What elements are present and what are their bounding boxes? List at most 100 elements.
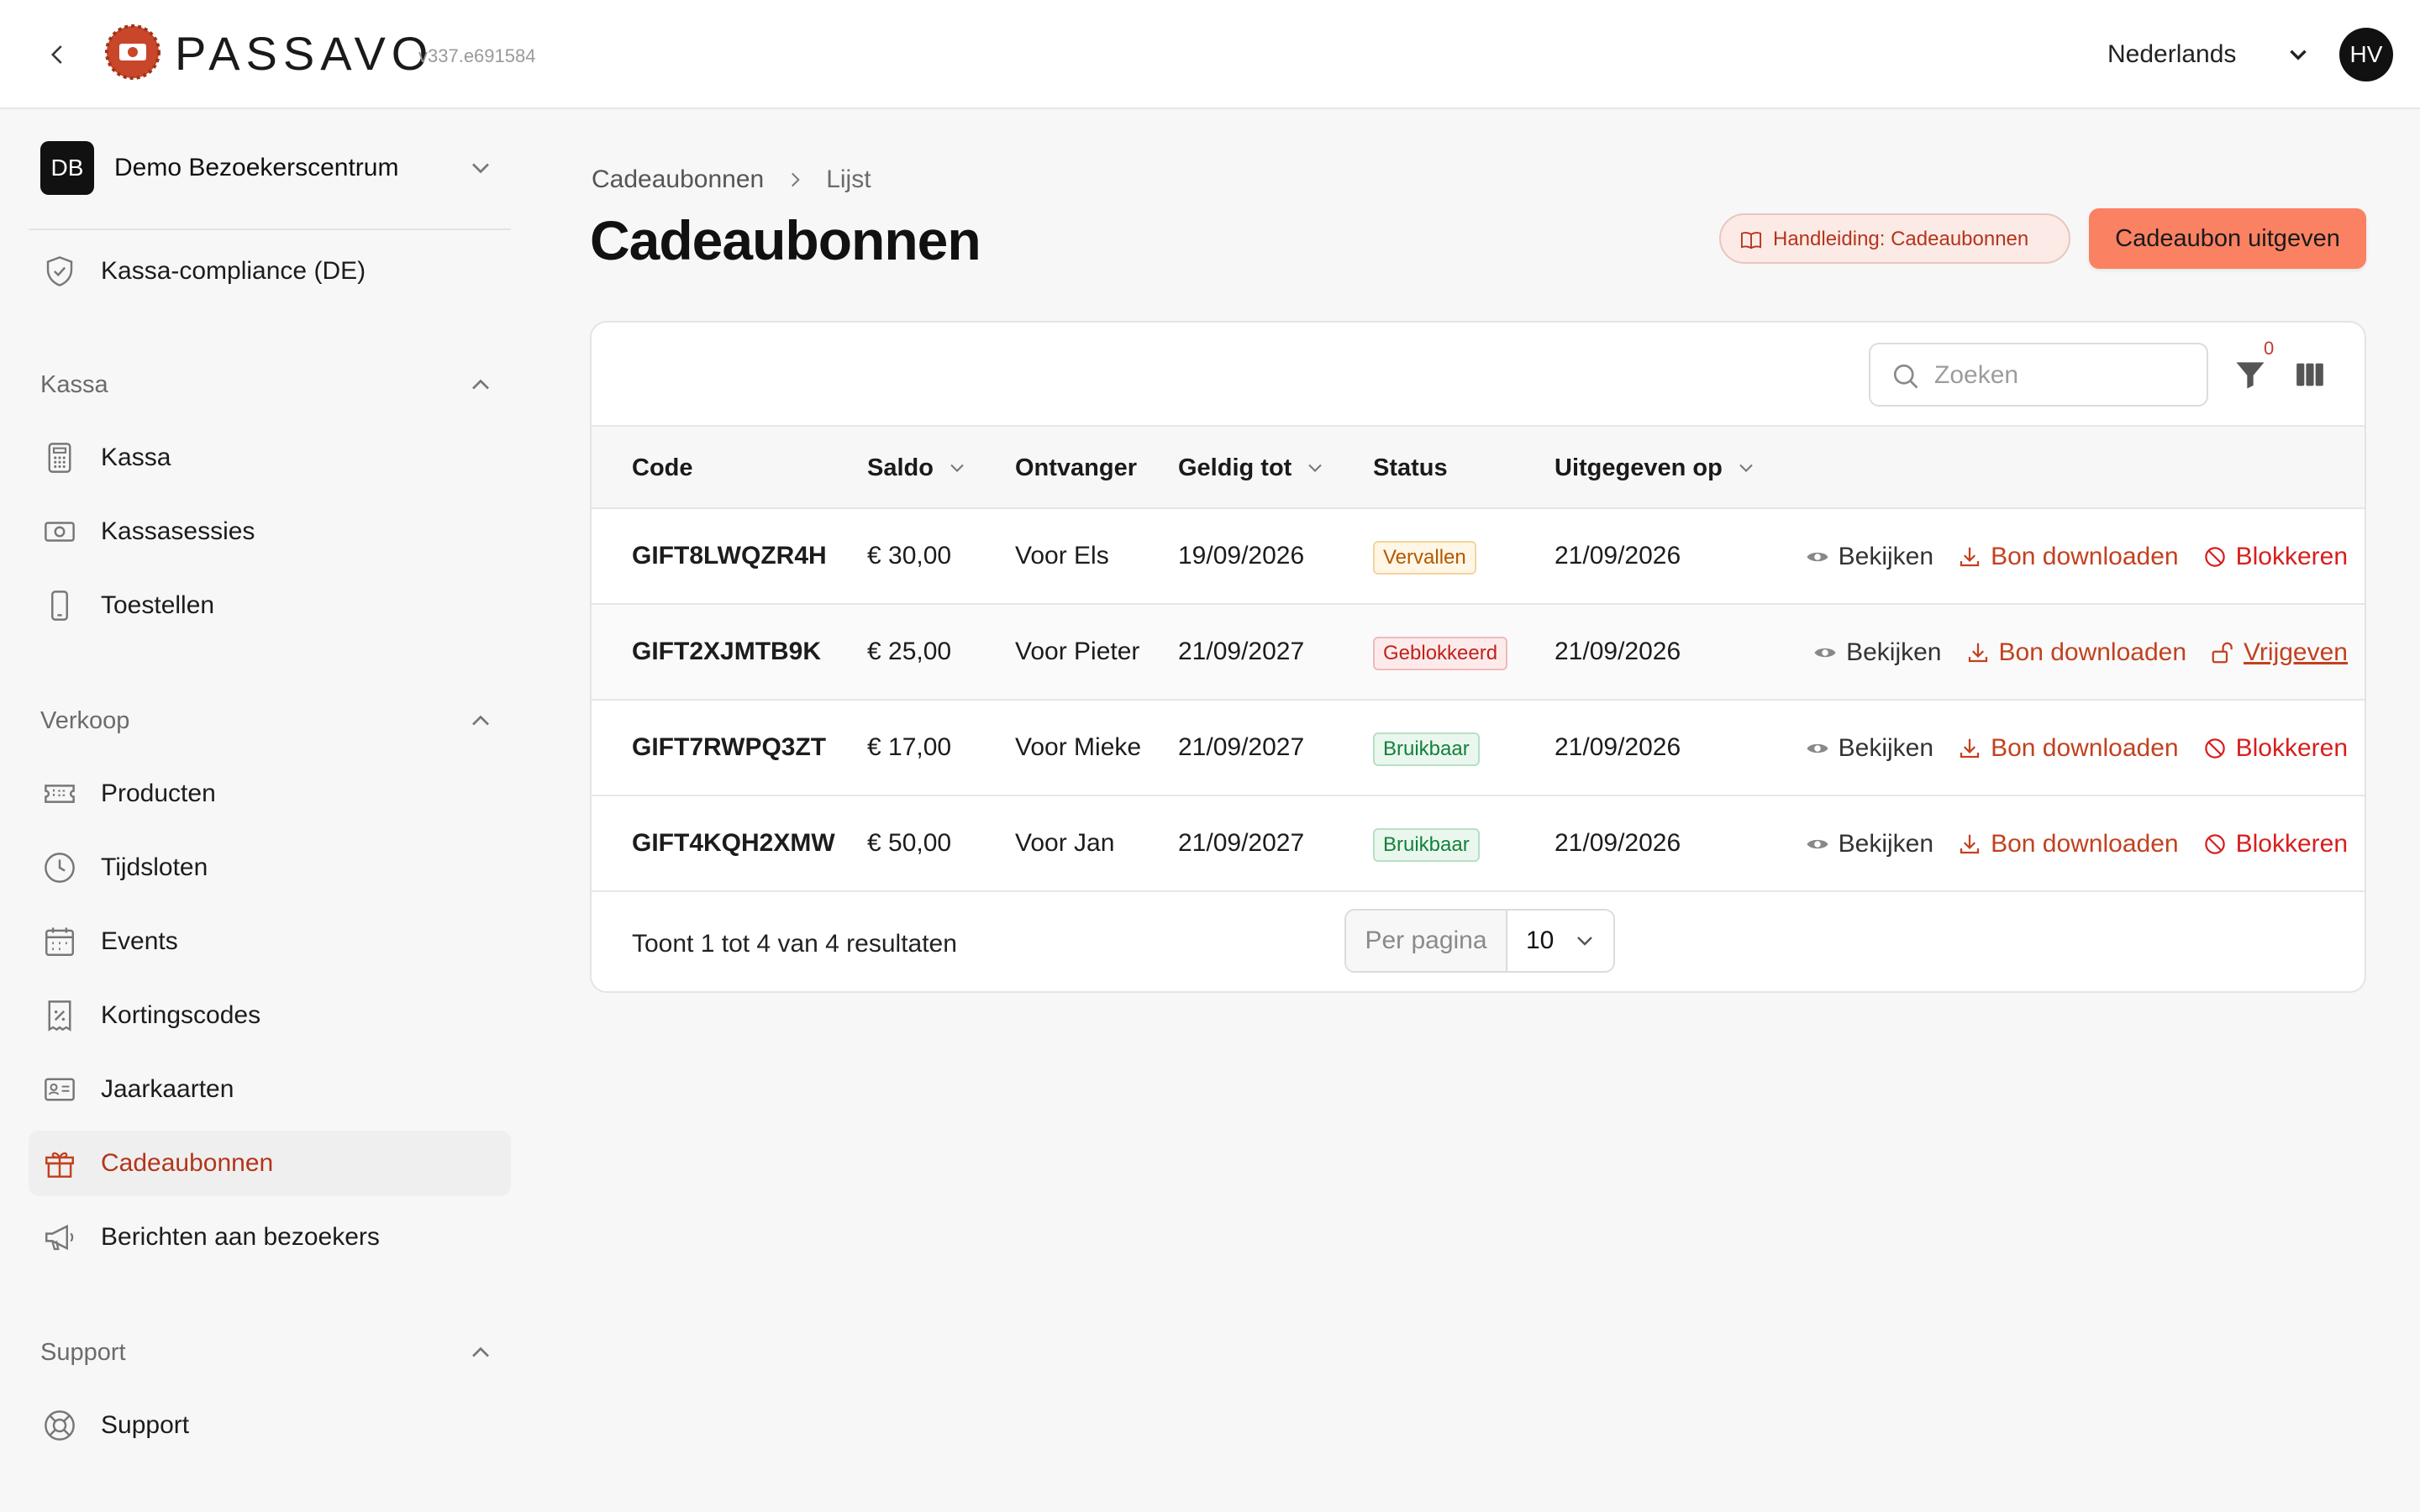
sidebar-item-support[interactable]: Support (29, 1393, 511, 1458)
columns-icon[interactable] (2292, 358, 2328, 391)
table-row: GIFT2XJMTB9K € 25,00 Voor Pieter 21/09/2… (592, 605, 2365, 701)
cell-ontvanger: Voor Mieke (1015, 733, 1142, 761)
sidebar-item-label: Kassa-compliance (DE) (101, 257, 366, 285)
sidebar-item-kassa[interactable]: Kassa (29, 425, 511, 491)
sidebar-item-events[interactable]: Events (29, 909, 511, 974)
status-badge: Vervallen (1373, 541, 1476, 575)
sidebar-item-toestellen[interactable]: Toestellen (29, 573, 511, 638)
column-label: Saldo (867, 454, 934, 481)
sidebar-item-cadeaubonnen[interactable]: Cadeaubonnen (29, 1131, 511, 1196)
cell-uitgegeven-op: 21/09/2026 (1555, 733, 1681, 761)
ban-icon (2204, 738, 2225, 759)
filter-icon[interactable] (2232, 356, 2269, 393)
section-label: Verkoop (40, 707, 130, 734)
manual-button-label: Handleiding: Cadeaubonnen (1773, 228, 2029, 250)
sidebar-item-compliance[interactable]: Kassa-compliance (DE) (29, 239, 511, 304)
chevron-down-icon (950, 464, 964, 472)
column-header-saldo[interactable]: Saldo (867, 452, 969, 484)
view-button[interactable]: Bekijken (1805, 732, 1933, 765)
sidebar-item-jaarkaarten[interactable]: Jaarkaarten (29, 1057, 511, 1122)
view-button[interactable]: Bekijken (1805, 540, 1933, 574)
block-button[interactable]: Blokkeren (2202, 540, 2348, 574)
sidebar-item-label: Kortingscodes (101, 1001, 261, 1029)
cell-code: GIFT7RWPQ3ZT (632, 733, 827, 761)
row-actions: Bekijken Bon downloaden Blokkeren (1805, 825, 2348, 864)
sidebar-item-label: Events (101, 927, 178, 955)
org-name: Demo Bezoekerscentrum (114, 154, 399, 181)
section-label: Kassa (40, 371, 108, 398)
eye-icon (1807, 743, 1828, 753)
status-badge: Geblokkeerd (1373, 637, 1508, 670)
section-support[interactable]: Support (40, 1334, 511, 1371)
ban-icon (2204, 834, 2225, 854)
chevron-down-icon (1308, 464, 1323, 472)
download-button[interactable]: Bon downloaden (1957, 540, 2179, 574)
organization-switcher[interactable]: DB Demo Bezoekerscentrum (40, 141, 511, 197)
view-button[interactable]: Bekijken (1812, 636, 1942, 669)
cell-code: GIFT8LWQZR4H (632, 542, 827, 570)
release-button[interactable]: Vrijgeven (2210, 636, 2348, 669)
download-button[interactable]: Bon downloaden (1957, 827, 2179, 861)
back-button[interactable] (37, 34, 79, 76)
block-button[interactable]: Blokkeren (2202, 732, 2348, 765)
column-header-geldig-tot[interactable]: Geldig tot (1178, 452, 1327, 484)
sidebar-item-label: Toestellen (101, 591, 215, 619)
eye-icon (1814, 648, 1836, 658)
manual-button[interactable]: Handleiding: Cadeaubonnen (1719, 213, 2070, 264)
chevron-up-icon (472, 1347, 489, 1357)
id-card-icon (45, 1078, 75, 1101)
download-label: Bon downloaden (1991, 830, 2179, 858)
search-input[interactable] (1934, 358, 2195, 393)
view-button[interactable]: Bekijken (1805, 827, 1933, 861)
sidebar-item-tijdsloten[interactable]: Tijdsloten (29, 835, 511, 900)
issue-gift-card-button[interactable]: Cadeaubon uitgeven (2089, 208, 2366, 269)
download-icon (1960, 547, 1980, 567)
sidebar-item-kassasessies[interactable]: Kassasessies (29, 499, 511, 564)
per-page-label: Per pagina (1346, 911, 1507, 971)
download-icon (1968, 643, 1987, 663)
release-label: Vrijgeven (2244, 638, 2348, 666)
cell-ontvanger: Voor Els (1015, 542, 1109, 570)
user-avatar[interactable]: HV (2339, 28, 2393, 81)
top-bar: PASSAVO v337.e691584 Nederlands HV (0, 0, 2420, 109)
section-kassa[interactable]: Kassa (40, 366, 511, 403)
download-button[interactable]: Bon downloaden (1957, 732, 2179, 765)
sidebar-item-label: Producten (101, 780, 216, 807)
chevron-down-icon[interactable] (2284, 39, 2312, 71)
ban-icon (2204, 547, 2225, 567)
sidebar-item-label: Cadeaubonnen (101, 1149, 274, 1177)
passavo-logo (105, 24, 160, 80)
ticket-icon (45, 785, 75, 803)
sidebar-item-kortingscodes[interactable]: Kortingscodes (29, 983, 511, 1048)
calculator-icon (48, 443, 71, 473)
cash-icon (45, 522, 75, 542)
cell-geldig-tot: 21/09/2027 (1178, 733, 1305, 761)
view-label: Bekijken (1838, 830, 1934, 858)
download-button[interactable]: Bon downloaden (1965, 636, 2186, 669)
cell-code: GIFT4KQH2XMW (632, 829, 835, 857)
brand-name: PASSAVO (175, 27, 434, 80)
column-header-uitgegeven-op[interactable]: Uitgegeven op (1555, 452, 1758, 484)
block-button[interactable]: Blokkeren (2202, 827, 2348, 861)
language-select[interactable]: Nederlands (2107, 39, 2236, 71)
sidebar-item-berichten[interactable]: Berichten aan bezoekers (29, 1205, 511, 1270)
breadcrumb-separator (776, 165, 814, 195)
status-badge: Bruikbaar (1373, 732, 1480, 766)
row-actions: Bekijken Bon downloaden Vrijgeven (1812, 633, 2348, 672)
section-verkoop[interactable]: Verkoop (40, 702, 511, 739)
org-badge: DB (40, 141, 94, 195)
search-icon (1893, 364, 1918, 389)
filter-count-badge: 0 (2264, 338, 2275, 359)
sidebar: DB Demo Bezoekerscentrum Kassa-complianc… (0, 109, 538, 1512)
eye-icon (1807, 839, 1828, 849)
sidebar-item-producten[interactable]: Producten (29, 761, 511, 827)
column-label: Status (1373, 454, 1448, 481)
section-label: Support (40, 1339, 126, 1366)
gift-icon (45, 1152, 74, 1178)
row-actions: Bekijken Bon downloaden Blokkeren (1805, 729, 2348, 768)
column-header-ontvanger: Ontvanger (1015, 452, 1137, 484)
search-box[interactable] (1869, 343, 2208, 407)
per-page-select[interactable]: Per pagina 10 (1344, 909, 1615, 973)
breadcrumb-parent[interactable]: Cadeaubonnen (592, 164, 764, 196)
sidebar-item-label: Jaarkaarten (101, 1075, 234, 1103)
